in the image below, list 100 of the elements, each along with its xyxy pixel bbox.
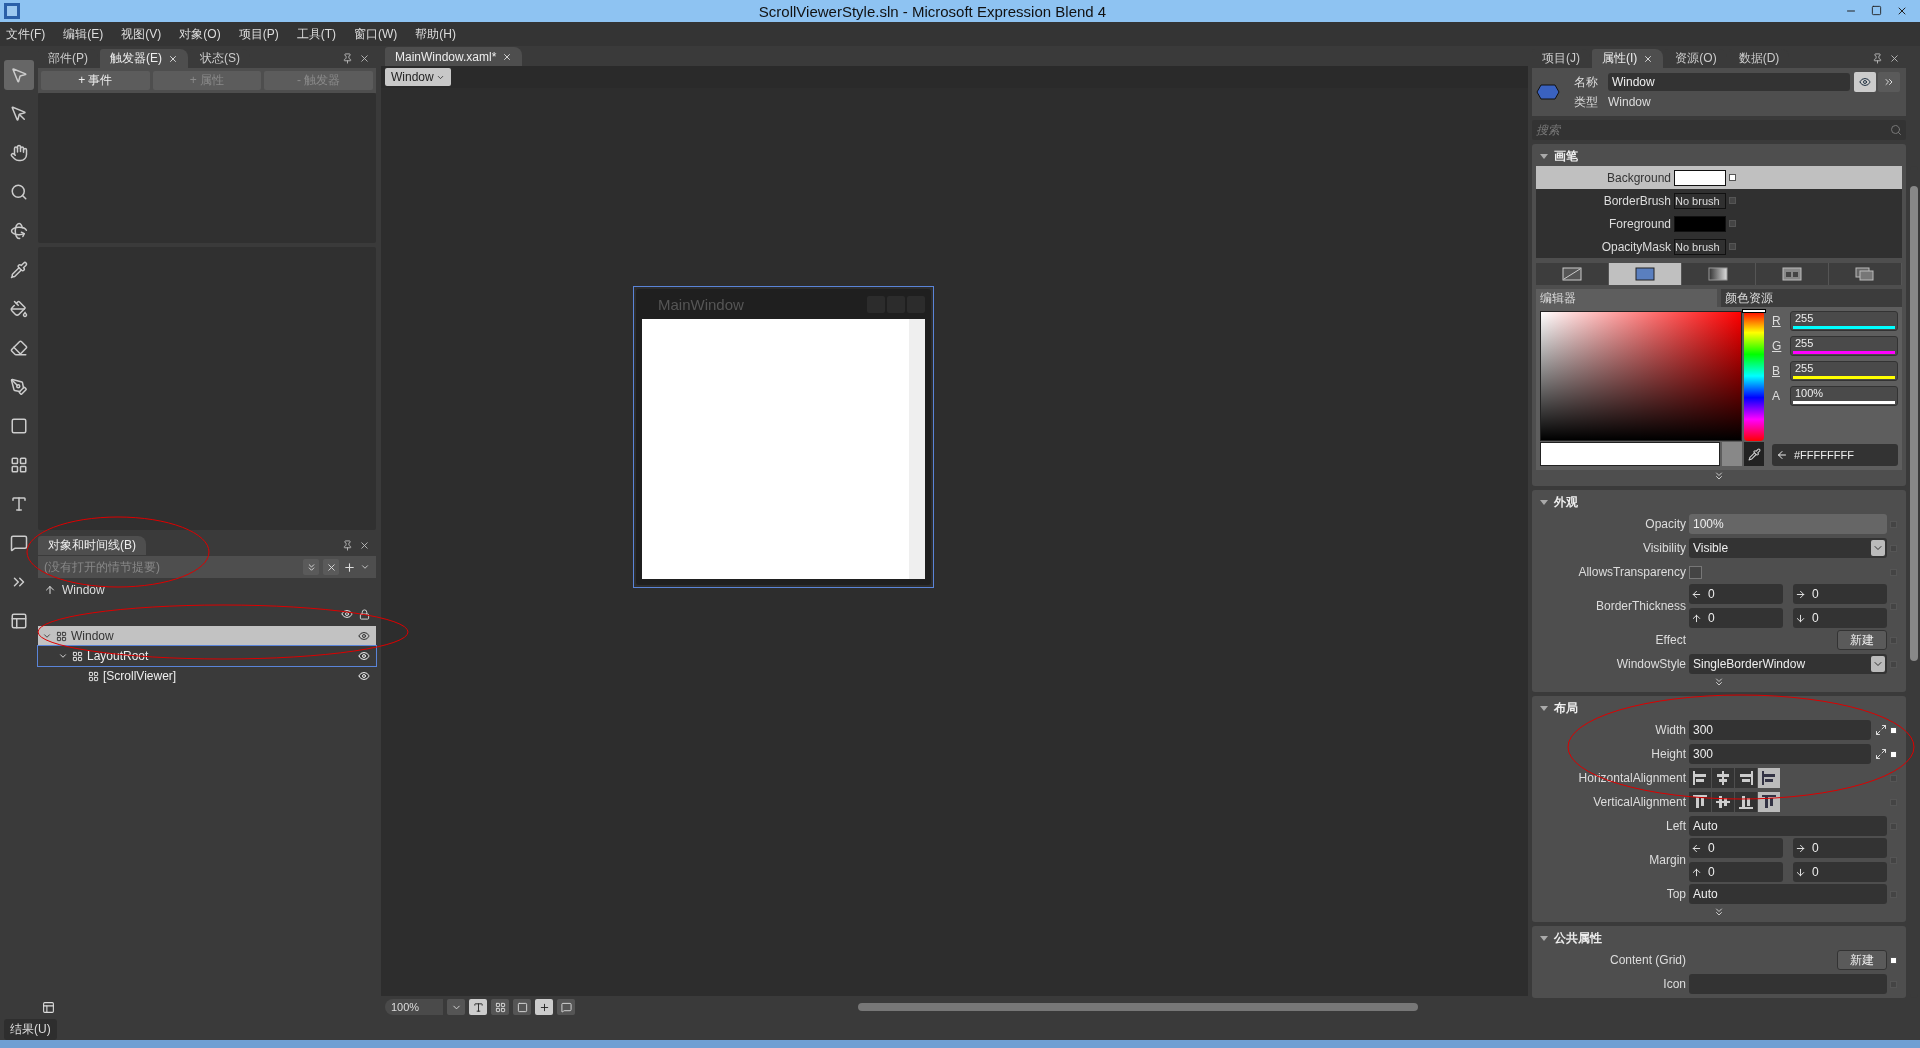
auto-size-icon[interactable] — [1875, 748, 1887, 760]
brush-row[interactable]: BorderBrush No brush — [1536, 189, 1902, 212]
eraser-icon[interactable] — [10, 339, 28, 357]
menu-item[interactable]: 视图(V) — [121, 25, 162, 43]
auto-size-icon[interactable] — [1875, 724, 1887, 736]
alignment-button[interactable] — [1735, 768, 1757, 788]
eyedropper-icon[interactable] — [10, 261, 28, 279]
text-field[interactable]: 100% — [1689, 514, 1887, 534]
brush-type-button[interactable] — [1536, 263, 1610, 285]
menu-item[interactable]: 帮助(H) — [415, 25, 456, 43]
results-tab[interactable]: 结果(U) — [4, 1018, 57, 1040]
channel-field[interactable]: 255 — [1790, 361, 1898, 381]
pen-icon[interactable] — [10, 378, 28, 396]
menu-item[interactable]: 窗口(W) — [354, 25, 398, 43]
eye-icon[interactable] — [341, 608, 353, 620]
brush-row[interactable]: Foreground — [1536, 212, 1902, 235]
alignment-button[interactable] — [1689, 768, 1711, 788]
grid-icon[interactable] — [10, 456, 28, 474]
alignment-button[interactable] — [1758, 792, 1780, 812]
hue-slider[interactable] — [1744, 311, 1764, 441]
grid-button[interactable] — [491, 999, 509, 1015]
number-field[interactable]: 0 — [1689, 608, 1783, 628]
close-icon[interactable] — [359, 52, 370, 64]
text-icon[interactable] — [10, 495, 28, 513]
eyedropper-button[interactable] — [1744, 442, 1764, 466]
menu-item[interactable]: 工具(T) — [296, 25, 336, 43]
number-field[interactable]: 0 — [1793, 862, 1887, 882]
number-field[interactable]: 0 — [1793, 608, 1887, 628]
brush-value[interactable]: No brush — [1674, 192, 1726, 209]
brush-type-button[interactable] — [1609, 263, 1683, 285]
tree-item[interactable]: Window — [38, 626, 376, 646]
snap-button[interactable] — [513, 999, 531, 1015]
close-icon[interactable] — [1643, 53, 1654, 64]
expand-icon[interactable] — [1713, 676, 1725, 688]
dropdown[interactable]: SingleBorderWindow — [1689, 654, 1887, 674]
zoom-field[interactable]: 100% — [385, 999, 443, 1015]
tree-item[interactable]: LayoutRoot — [38, 646, 376, 666]
hand-icon[interactable] — [10, 144, 28, 162]
rectangle-icon[interactable] — [10, 417, 28, 435]
channel-field[interactable]: 255 — [1790, 311, 1898, 331]
selection-icon[interactable] — [10, 66, 28, 84]
direct-selection-icon[interactable] — [10, 105, 28, 123]
color-field[interactable] — [1540, 311, 1742, 441]
restore-icon[interactable] — [1871, 5, 1882, 16]
pin-icon[interactable] — [1872, 52, 1883, 64]
brush-type-button[interactable] — [1682, 263, 1756, 285]
pin-icon[interactable] — [342, 52, 353, 64]
lock-icon[interactable] — [359, 608, 370, 620]
alignment-button[interactable] — [1735, 792, 1757, 812]
channel-field[interactable]: 100% — [1790, 386, 1898, 406]
color-swatch[interactable] — [1674, 169, 1726, 186]
panel-button[interactable]: + 事件 — [41, 71, 150, 90]
name-field[interactable]: Window — [1608, 73, 1850, 91]
new-button[interactable]: 新建 — [1837, 630, 1887, 650]
pin-icon[interactable] — [342, 539, 353, 551]
editor-tab[interactable]: 编辑器 — [1536, 289, 1717, 307]
alignment-button[interactable] — [1712, 792, 1734, 812]
caret-icon[interactable] — [360, 562, 370, 572]
channel-field[interactable]: 255 — [1790, 336, 1898, 356]
alignment-button[interactable] — [1689, 792, 1711, 812]
brush-type-button[interactable] — [1755, 263, 1829, 285]
dropdown[interactable]: Visible — [1689, 538, 1887, 558]
effects-button[interactable] — [469, 999, 487, 1015]
panel-tab[interactable]: 对象和时间线(B) — [38, 535, 146, 555]
number-field[interactable]: 0 — [1793, 584, 1887, 604]
number-field[interactable]: 0 — [1689, 862, 1783, 882]
text-field[interactable]: Auto — [1689, 816, 1887, 836]
document-tab[interactable]: MainWindow.xaml* — [385, 47, 523, 66]
expand-icon[interactable] — [1713, 470, 1725, 482]
close-icon[interactable] — [1889, 52, 1900, 64]
scope-up-icon[interactable] — [44, 584, 56, 596]
events-button[interactable] — [1878, 72, 1900, 92]
chevron-button[interactable] — [303, 559, 319, 575]
brush-value[interactable]: No brush — [1674, 238, 1726, 255]
rotate-icon[interactable] — [10, 222, 28, 240]
brush-row[interactable]: Background — [1536, 166, 1902, 189]
hex-field[interactable]: #FFFFFFFF — [1772, 444, 1898, 466]
slider-thumb[interactable] — [1742, 309, 1766, 313]
menu-item[interactable]: 对象(O) — [179, 25, 221, 43]
number-field[interactable]: 300 — [1689, 720, 1871, 740]
speech-bubble-icon[interactable] — [10, 534, 28, 552]
annotation-button[interactable] — [557, 999, 575, 1015]
panel-tab[interactable]: 触发器(E) — [100, 49, 188, 68]
layers-icon[interactable] — [42, 1000, 55, 1014]
eye-icon[interactable] — [358, 650, 370, 662]
new-button[interactable]: 新建 — [1837, 950, 1887, 970]
tree-item[interactable]: [ScrollViewer] — [38, 666, 376, 686]
breadcrumb-button[interactable]: Window — [385, 68, 451, 86]
number-field[interactable]: 0 — [1689, 584, 1783, 604]
eye-icon[interactable] — [358, 630, 370, 642]
checkbox[interactable] — [1689, 565, 1702, 579]
swap-icon[interactable] — [1776, 449, 1788, 461]
add-icon[interactable] — [343, 560, 356, 574]
close-icon[interactable] — [168, 53, 178, 64]
alignment-button[interactable] — [1758, 768, 1780, 788]
number-field[interactable]: 0 — [1689, 838, 1783, 858]
properties-button[interactable] — [1854, 72, 1876, 92]
text-field[interactable] — [1689, 974, 1887, 994]
number-field[interactable]: 0 — [1793, 838, 1887, 858]
panel-tab[interactable]: 属性(I) — [1592, 49, 1664, 68]
